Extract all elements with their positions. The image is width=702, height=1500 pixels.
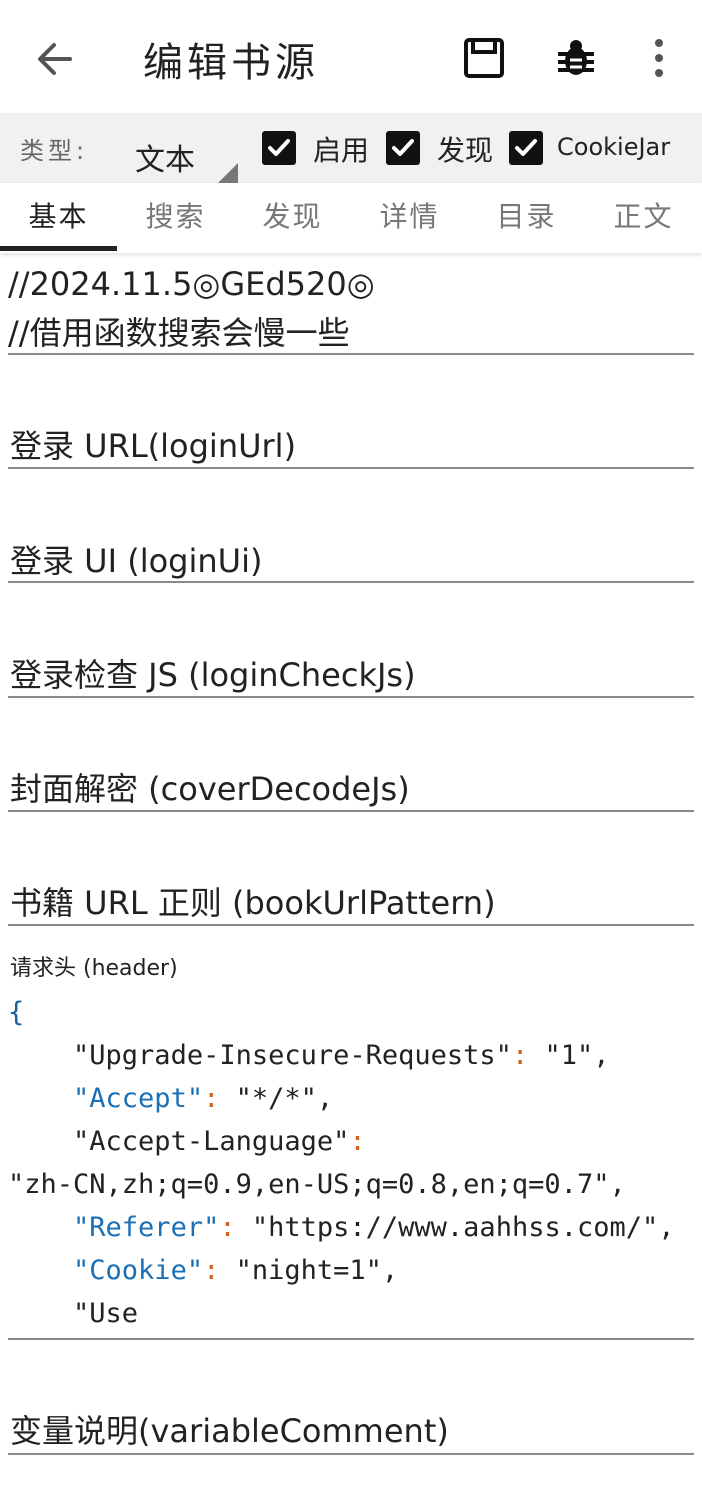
type-select-value: 文本 [135, 143, 195, 178]
cookiejar-checkbox[interactable] [509, 131, 543, 165]
type-select[interactable]: 文本 [115, 121, 240, 189]
enable-checkbox-label: 启用 [313, 134, 370, 167]
code-value: "https://www.aahhss.com/" [251, 1212, 659, 1243]
source-options-row: 类型: 文本 启用 发现 CookieJar [0, 113, 702, 189]
comment-line[interactable]: //2024.11.5◎GEd520◎ [8, 265, 375, 303]
tab-toc[interactable]: 目录 [468, 183, 585, 253]
checkmark-icon [268, 139, 290, 156]
field-underline [8, 353, 694, 355]
tab-explore[interactable]: 发现 [234, 183, 351, 253]
code-key: "Use [73, 1298, 139, 1329]
tab-bar: 基本 搜索 发现 详情 目录 正文 [0, 183, 702, 253]
page-title: 编辑书源 [143, 40, 319, 86]
field-underline [8, 1453, 694, 1455]
code-value: "night=1" [235, 1255, 382, 1286]
login-check-js-field[interactable]: 登录检查 JS (loginCheckJs) [10, 650, 416, 696]
code-key: "Cookie" [73, 1255, 204, 1286]
app-toolbar: 编辑书源 [0, 0, 702, 113]
field-underline [8, 810, 694, 812]
field-underline [8, 696, 694, 698]
save-icon[interactable] [462, 36, 506, 80]
login-url-field[interactable]: 登录 URL(loginUrl) [10, 421, 296, 467]
cookiejar-checkbox-label: CookieJar [557, 133, 671, 161]
header-field-label: 请求头 (header) [10, 956, 178, 981]
checkmark-icon [392, 139, 414, 156]
field-underline [8, 467, 694, 469]
book-url-pattern-field[interactable]: 书籍 URL 正则 (bookUrlPattern) [10, 878, 496, 924]
code-value: "1" [544, 1040, 594, 1071]
enable-checkbox[interactable] [262, 131, 296, 165]
tab-search[interactable]: 搜索 [117, 183, 234, 253]
login-ui-field[interactable]: 登录 UI (loginUi) [10, 536, 262, 582]
form-content[interactable]: //2024.11.5◎GEd520◎ //借用函数搜索会慢一些 登录 URL(… [0, 253, 702, 1500]
field-underline [8, 924, 694, 926]
tab-content[interactable]: 正文 [585, 183, 702, 253]
more-vert-icon[interactable] [646, 36, 672, 80]
explore-checkbox[interactable] [386, 131, 420, 165]
dropdown-triangle-icon [216, 163, 238, 185]
tab-indicator [0, 246, 117, 251]
bug-icon[interactable] [554, 36, 598, 80]
tab-detail[interactable]: 详情 [351, 183, 468, 253]
cover-decode-js-field[interactable]: 封面解密 (coverDecodeJs) [10, 764, 410, 810]
type-label: 类型: [20, 137, 89, 165]
comment-line[interactable]: //借用函数搜索会慢一些 [8, 308, 350, 354]
back-arrow-icon[interactable] [30, 34, 80, 84]
code-brace: { [8, 997, 25, 1028]
code-value: "zh-CN,zh;q=0.9,en-US;q=0.8,en;q=0.7" [8, 1169, 610, 1200]
variable-comment-field[interactable]: 变量说明(variableComment) [10, 1406, 449, 1452]
checkmark-icon [515, 139, 537, 156]
code-key: "Referer" [73, 1212, 220, 1243]
header-code-editor[interactable]: { "Upgrade-Insecure-Requests": "1", "Acc… [8, 991, 675, 1335]
code-value: "*/*" [235, 1083, 317, 1114]
code-key: "Accept-Language" [73, 1126, 350, 1157]
tab-basic[interactable]: 基本 [0, 183, 117, 253]
code-key: "Upgrade-Insecure-Requests" [73, 1040, 512, 1071]
explore-checkbox-label: 发现 [437, 134, 494, 167]
field-underline [8, 1338, 694, 1340]
code-key: "Accept" [73, 1083, 204, 1114]
field-underline [8, 581, 694, 583]
